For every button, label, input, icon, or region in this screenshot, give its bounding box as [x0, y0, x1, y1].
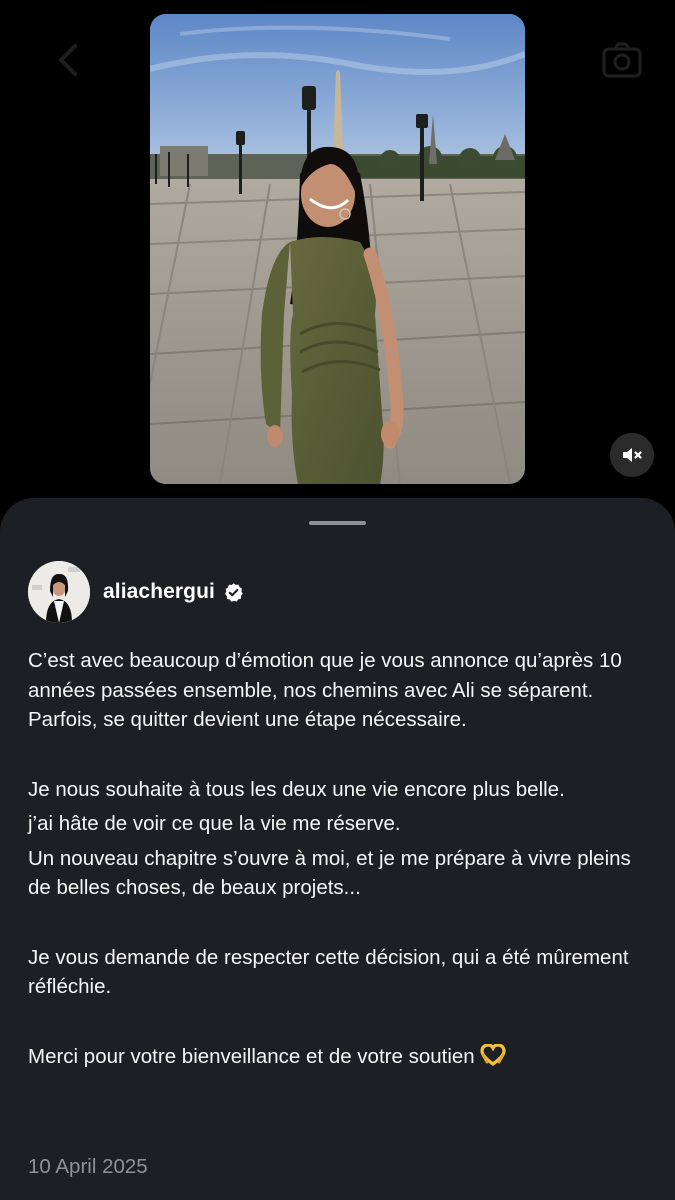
caption-paragraph-5: Je vous demande de respecter cette décis…	[28, 945, 629, 999]
verified-badge-icon	[225, 582, 243, 602]
post-author[interactable]: aliachergui	[28, 561, 244, 623]
avatar[interactable]	[28, 561, 90, 623]
post-photo[interactable]	[150, 14, 525, 484]
caption-paragraph-6-text: Merci pour votre bienveillance et de vot…	[28, 1044, 475, 1068]
mute-button[interactable]	[610, 433, 654, 477]
heart-hands-emoji-icon	[480, 1043, 506, 1066]
caption-paragraph-6: Merci pour votre bienveillance et de vot…	[28, 1042, 653, 1072]
post-date: 10 April 2025	[28, 1155, 148, 1178]
username[interactable]: aliachergui	[103, 580, 215, 604]
camera-icon[interactable]	[600, 38, 644, 82]
avatar-image	[28, 561, 90, 623]
story-screen: aliachergui C’est avec beaucoup d’émotio…	[0, 0, 675, 1200]
caption-paragraph-4: Un nouveau chapitre s’ouvre à moi, et je…	[28, 846, 631, 900]
speaker-muted-icon	[623, 448, 642, 462]
drag-handle[interactable]	[309, 521, 366, 525]
photo-image	[150, 14, 525, 484]
caption-paragraph-1: C’est avec beaucoup d’émotion que je vou…	[28, 649, 622, 731]
post-caption: C’est avec beaucoup d’émotion que je vou…	[28, 646, 653, 1071]
chevron-left-icon[interactable]	[48, 38, 92, 82]
caption-paragraph-2: Je nous souhaite à tous les deux une vie…	[28, 777, 565, 801]
caption-paragraph-3: j’ai hâte de voir ce que la vie me réser…	[28, 812, 401, 835]
caption-sheet[interactable]: aliachergui C’est avec beaucoup d’émotio…	[0, 498, 675, 1200]
